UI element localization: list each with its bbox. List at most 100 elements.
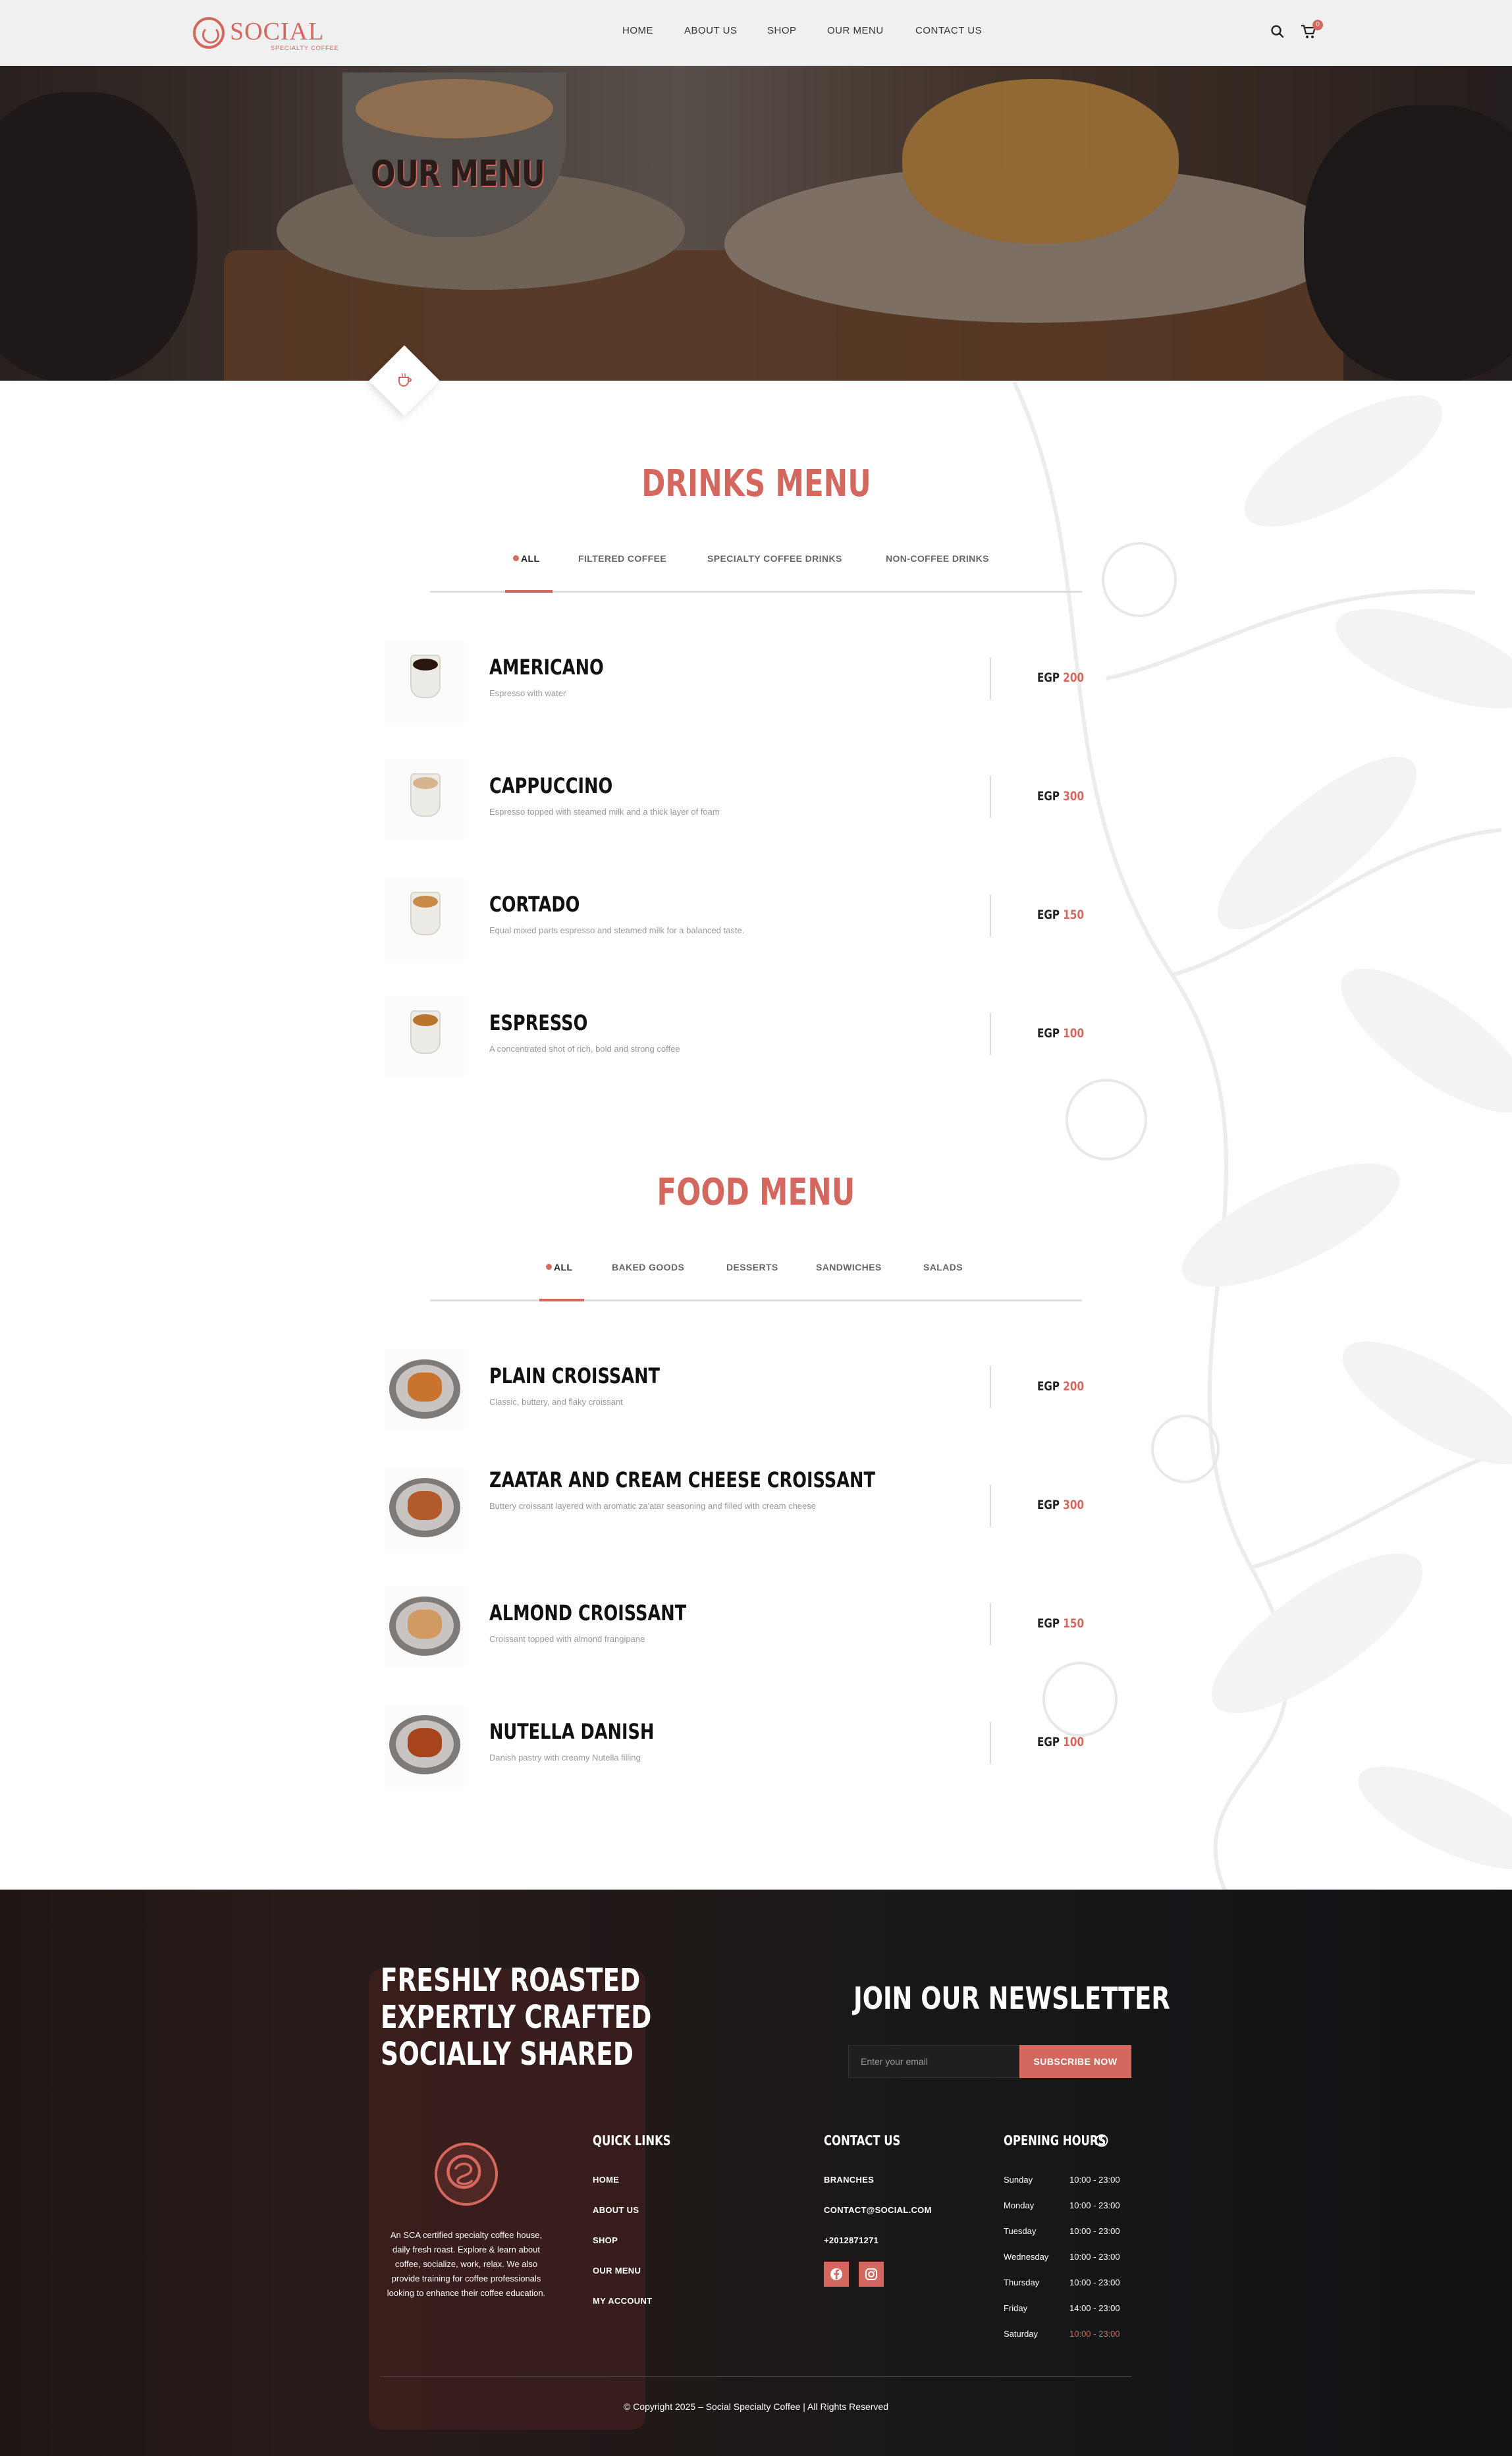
search-icon[interactable] [1268,22,1287,41]
item-price: EGP 200 [1037,670,1085,685]
menu-item[interactable]: CAPPUCCINO Espresso topped with steamed … [385,759,1085,844]
facebook-icon[interactable] [824,2262,849,2287]
quick-links-title: QUICK LINKS [593,2133,671,2148]
item-image [385,1705,464,1787]
footer-link-home[interactable]: HOME [593,2175,619,2185]
footer-link-branches[interactable]: BRANCHES [824,2175,874,2185]
site-header: SOCIAL SPECIALTY COFFEE HOME ABOUT US SH… [0,0,1512,66]
item-description: Danish pastry with creamy Nutella fillin… [489,1753,641,1762]
food-menu-title: FOOD MENU [657,1171,855,1214]
item-price: EGP 200 [1037,1379,1085,1394]
item-image [385,877,464,960]
menu-item[interactable]: ALMOND CROISSANT Croissant topped with a… [385,1586,1085,1672]
hours-time: 10:00 - 23:00 [1069,2252,1120,2262]
food-tab-sandwiches[interactable]: SANDWICHES [816,1262,882,1272]
hero-banner [0,66,1512,381]
hours-day: Saturday [1004,2329,1039,2339]
item-price: EGP 150 [1037,908,1085,922]
hours-time: 10:00 - 23:00 [1069,2226,1120,2236]
footer-phone-link[interactable]: +2012871271 [824,2235,878,2245]
nav-item-our-menu[interactable]: OUR MENU [827,25,884,36]
food-tabs: ALL BAKED GOODS DESSERTS SANDWICHES SALA… [430,1262,1082,1301]
menu-item[interactable]: AMERICANO Espresso with water EGP 200 [385,640,1085,726]
item-description: Espresso with water [489,688,566,698]
drinks-menu-title: DRINKS MENU [641,462,871,505]
item-name: ALMOND CROISSANT [489,1600,687,1625]
opening-hours-title: OPENING HOURS [1004,2133,1106,2148]
active-tab-indicator [539,1299,584,1301]
item-image [385,1586,464,1668]
food-tab-all[interactable]: ALL [546,1262,572,1272]
drinks-tab-non-coffee-drinks[interactable]: NON-COFFEE DRINKS [886,553,989,564]
hours-time: 10:00 - 23:00 [1069,2200,1120,2210]
menu-item[interactable]: CORTADO Equal mixed parts espresso and s… [385,877,1085,963]
item-image [385,996,464,1078]
item-description: Equal mixed parts espresso and steamed m… [489,925,745,935]
drinks-tabs: ALL FILTERED COFFEE SPECIALTY COFFEE DRI… [430,553,1082,593]
hours-time: 14:00 - 23:00 [1069,2303,1120,2313]
item-description: Classic, buttery, and flaky croissant [489,1397,623,1407]
item-price: EGP 300 [1037,789,1085,804]
item-price: EGP 100 [1037,1026,1085,1041]
cart-count-badge: 0 [1312,20,1323,30]
menu-item[interactable]: PLAIN CROISSANT Classic, buttery, and fl… [385,1349,1085,1434]
hours-time-highlighted: 10:00 - 23:00 [1069,2329,1120,2339]
item-price: EGP 100 [1037,1735,1085,1749]
hours-time: 10:00 - 23:00 [1069,2278,1120,2287]
brand-tagline: SPECIALTY COFFEE [271,45,339,51]
copyright-text: © Copyright 2025 – Social Specialty Coff… [623,2401,888,2412]
clock-icon [1095,2134,1108,2147]
item-image [385,759,464,841]
coffee-cup-icon [398,373,412,387]
item-image [385,640,464,723]
footer-about-text: An SCA certified specialty coffee house,… [387,2230,546,2298]
hours-day: Monday [1004,2200,1035,2210]
item-image [385,1349,464,1431]
hours-time: 10:00 - 23:00 [1069,2175,1120,2185]
nav-item-shop[interactable]: SHOP [767,25,797,36]
page-title: OUR MENU [371,153,545,194]
hours-day: Wednesday [1004,2252,1049,2262]
menu-item[interactable]: ESPRESSO A concentrated shot of rich, bo… [385,996,1085,1081]
item-description: Espresso topped with steamed milk and a … [489,807,720,817]
item-price: EGP 150 [1037,1616,1085,1631]
drinks-tab-specialty-coffee-drinks[interactable]: SPECIALTY COFFEE DRINKS [707,553,842,564]
item-description: A concentrated shot of rich, bold and st… [489,1044,680,1054]
item-description: Buttery croissant layered with aromatic … [489,1501,816,1511]
item-image [385,1467,464,1550]
footer-link-shop[interactable]: SHOP [593,2235,618,2245]
active-dot-icon [546,1264,552,1270]
item-name: ZAATAR AND CREAM CHEESE CROISSANT [489,1467,875,1492]
item-price: EGP 300 [1037,1498,1085,1512]
footer-link-about-us[interactable]: ABOUT US [593,2205,639,2215]
item-description: Croissant topped with almond frangipane [489,1634,645,1644]
food-tab-salads[interactable]: SALADS [923,1262,963,1272]
subscribe-button[interactable]: SUBSCRIBE NOW [1019,2045,1131,2078]
drinks-tab-all[interactable]: ALL [513,553,539,564]
item-name: PLAIN CROISSANT [489,1363,660,1388]
drinks-tab-filtered-coffee[interactable]: FILTERED COFFEE [578,553,666,564]
active-tab-indicator [505,590,553,593]
nav-item-home[interactable]: HOME [622,25,653,36]
footer-link-our-menu[interactable]: OUR MENU [593,2266,641,2276]
item-name: CORTADO [489,892,580,917]
hours-day: Tuesday [1004,2226,1037,2236]
hours-day: Thursday [1004,2278,1040,2287]
nav-item-contact-us[interactable]: CONTACT US [915,25,982,36]
item-name: AMERICANO [489,655,604,680]
menu-item[interactable]: ZAATAR AND CREAM CHEESE CROISSANT Butter… [385,1467,1085,1553]
newsletter-title: JOIN OUR NEWSLETTER [853,1980,1170,2016]
food-tab-baked-goods[interactable]: BAKED GOODS [612,1262,684,1272]
nav-item-about-us[interactable]: ABOUT US [684,25,737,36]
food-tab-desserts[interactable]: DESSERTS [726,1262,778,1272]
site-footer [0,1890,1512,2456]
footer-email-link[interactable]: CONTACT@SOCIAL.COM [824,2205,932,2215]
footer-logo-icon[interactable] [435,2142,498,2206]
contact-us-title: CONTACT US [824,2133,901,2148]
instagram-icon[interactable] [859,2262,884,2287]
footer-link-my-account[interactable]: MY ACCOUNT [593,2296,652,2306]
newsletter-email-input[interactable] [848,2045,1019,2078]
menu-item[interactable]: NUTELLA DANISH Danish pastry with creamy… [385,1705,1085,1790]
footer-tagline: FRESHLY ROASTED EXPERTLY CRAFTED SOCIALL… [381,1962,652,2073]
item-name: CAPPUCCINO [489,773,613,798]
